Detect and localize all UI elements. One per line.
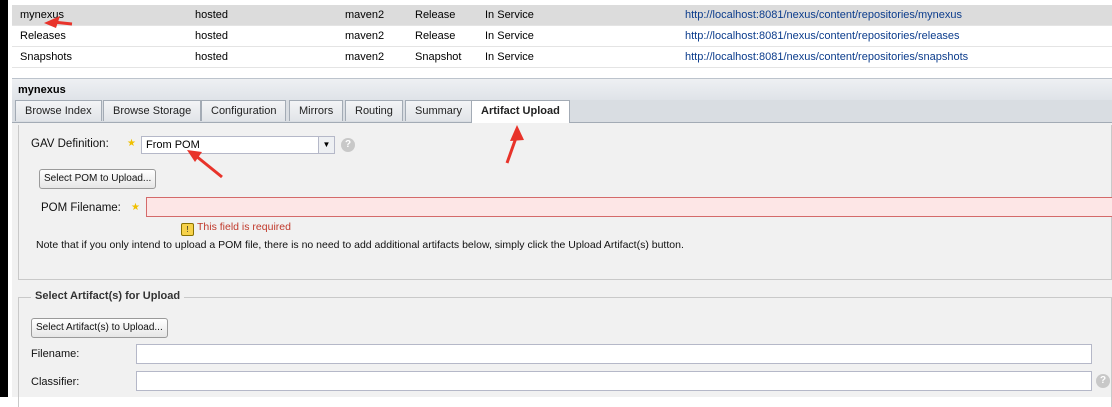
arrow-icon <box>44 16 73 28</box>
annotation-arrows <box>44 16 524 179</box>
arrow-icon <box>505 125 524 164</box>
arrow-icon <box>187 150 223 179</box>
